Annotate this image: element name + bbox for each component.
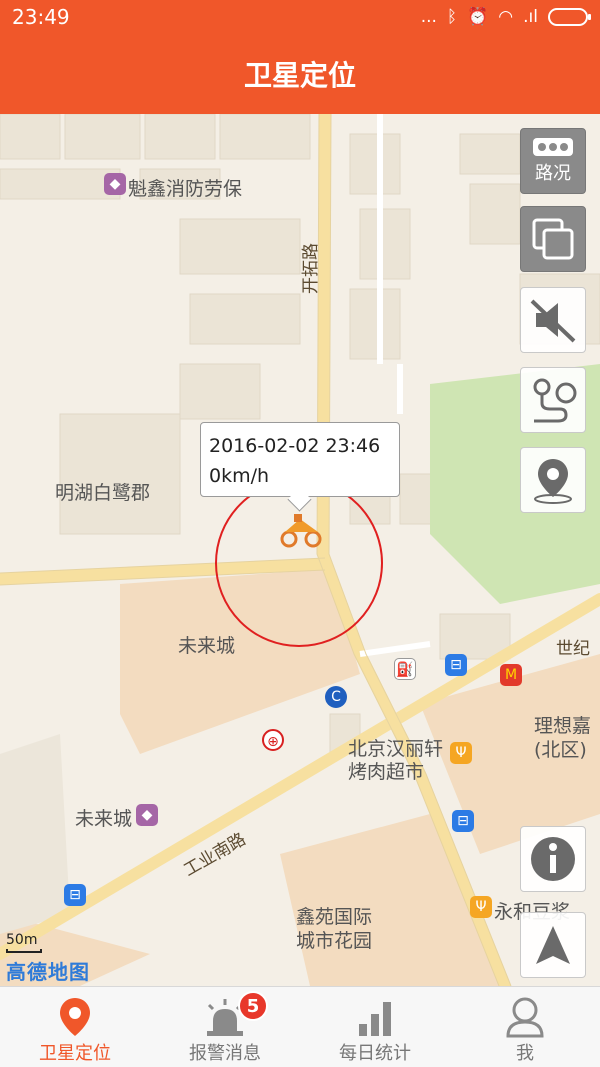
map-layer-button[interactable] (520, 206, 586, 272)
info-icon (531, 837, 575, 881)
mcdonalds-icon[interactable]: M (500, 664, 522, 686)
location-datetime: 2016-02-02 23:46 (209, 435, 381, 457)
signal-icon: .ıl (523, 7, 538, 27)
amap-logo: 高德地图 (6, 960, 90, 984)
gas-station-icon[interactable]: ⛽ (394, 658, 416, 680)
restaurant-icon-2[interactable]: Ψ (470, 896, 492, 918)
map-label-lixiangjia-2: (北区) (534, 739, 587, 761)
layers-icon (532, 218, 574, 260)
user-icon (501, 995, 549, 1039)
notification-dots: ... (420, 7, 437, 27)
map-label-xinyuan: 鑫苑国际 (296, 906, 373, 928)
alarm-count-badge: 5 (238, 991, 268, 1021)
location-pin-icon (51, 995, 99, 1039)
location-pin-icon (534, 459, 572, 504)
traffic-icon (533, 138, 573, 156)
map-label-kuixin: 魁鑫消防劳保 (128, 178, 243, 200)
map-scale: 50m (6, 932, 42, 953)
speaker-muted-icon (530, 299, 576, 343)
location-info-bubble[interactable]: 2016-02-02 23:46 0km/h (200, 422, 400, 497)
nav-label: 卫星定位 (39, 1043, 111, 1064)
bus-stop-icon-3[interactable]: ⊟ (64, 884, 86, 906)
scale-bar (6, 949, 42, 953)
scale-text: 50m (6, 932, 38, 948)
subway-icon[interactable]: ⊕ (262, 729, 284, 751)
shopping-poi-icon[interactable]: ◆ (104, 173, 126, 195)
bank-icon[interactable]: C (325, 686, 347, 708)
battery-icon (548, 8, 591, 26)
locate-device-button[interactable] (520, 447, 586, 513)
map-label-shiji: 世纪 (556, 639, 590, 659)
map-label-lixiangjia: 理想嘉 (534, 715, 592, 737)
map-label-hanlixuan-2: 烤肉超市 (348, 761, 425, 783)
nav-item-alarm-messages[interactable]: 5 报警消息 (150, 987, 300, 1067)
mute-button[interactable] (520, 287, 586, 353)
shopping-poi-icon-2[interactable]: ◆ (136, 804, 158, 826)
nav-label: 报警消息 (189, 1043, 261, 1064)
bluetooth-icon: ᛒ (446, 7, 458, 27)
nav-label: 每日统计 (339, 1043, 411, 1064)
compass-button[interactable] (520, 912, 586, 978)
map-label-weilaicheng-2: 未来城 (75, 808, 133, 830)
nav-item-me[interactable]: 我 (450, 987, 600, 1067)
map-label-minghu: 明湖白鹭郡 (55, 482, 151, 504)
page-title: 卫星定位 (243, 59, 356, 92)
status-time: 23:49 (12, 5, 70, 29)
map-label-kaituo-road: 开拓路 (301, 243, 321, 294)
nav-item-daily-stats[interactable]: 每日统计 (300, 987, 450, 1067)
scooter-marker (280, 514, 322, 548)
compass-arrow-icon (536, 926, 570, 964)
traffic-label: 路况 (535, 163, 571, 184)
bus-stop-icon[interactable]: ⊟ (445, 654, 467, 676)
wifi-icon: ◠ (498, 7, 514, 27)
map-label-xinyuan-2: 城市花园 (296, 930, 373, 952)
bottom-nav: 卫星定位 5 报警消息 每日统计 我 (0, 986, 600, 1067)
status-bar: 23:49 ... ᛒ ⏰ ◠ .ıl (0, 0, 600, 34)
traffic-toggle-button[interactable]: 路况 (520, 128, 586, 194)
status-icons: ... ᛒ ⏰ ◠ .ıl (420, 7, 591, 27)
nav-label: 我 (516, 1043, 534, 1064)
map-label-weilaicheng: 未来城 (178, 635, 236, 657)
map-view[interactable]: ◆ ◆ ⊟ ⊟ ⊟ M ⛽ C ⊕ Ψ Ψ 魁鑫消防劳保 开拓路 明湖白鹭郡 未… (0, 114, 600, 986)
title-bar: 卫星定位 (0, 34, 600, 114)
route-icon (533, 378, 577, 423)
restaurant-icon[interactable]: Ψ (450, 742, 472, 764)
info-button[interactable] (520, 826, 586, 892)
bar-chart-icon (351, 995, 399, 1039)
track-playback-button[interactable] (520, 367, 586, 433)
nav-item-satellite-location[interactable]: 卫星定位 (0, 987, 150, 1067)
bus-stop-icon-2[interactable]: ⊟ (452, 810, 474, 832)
alarm-icon: ⏰ (467, 7, 489, 27)
location-speed: 0km/h (209, 465, 270, 487)
